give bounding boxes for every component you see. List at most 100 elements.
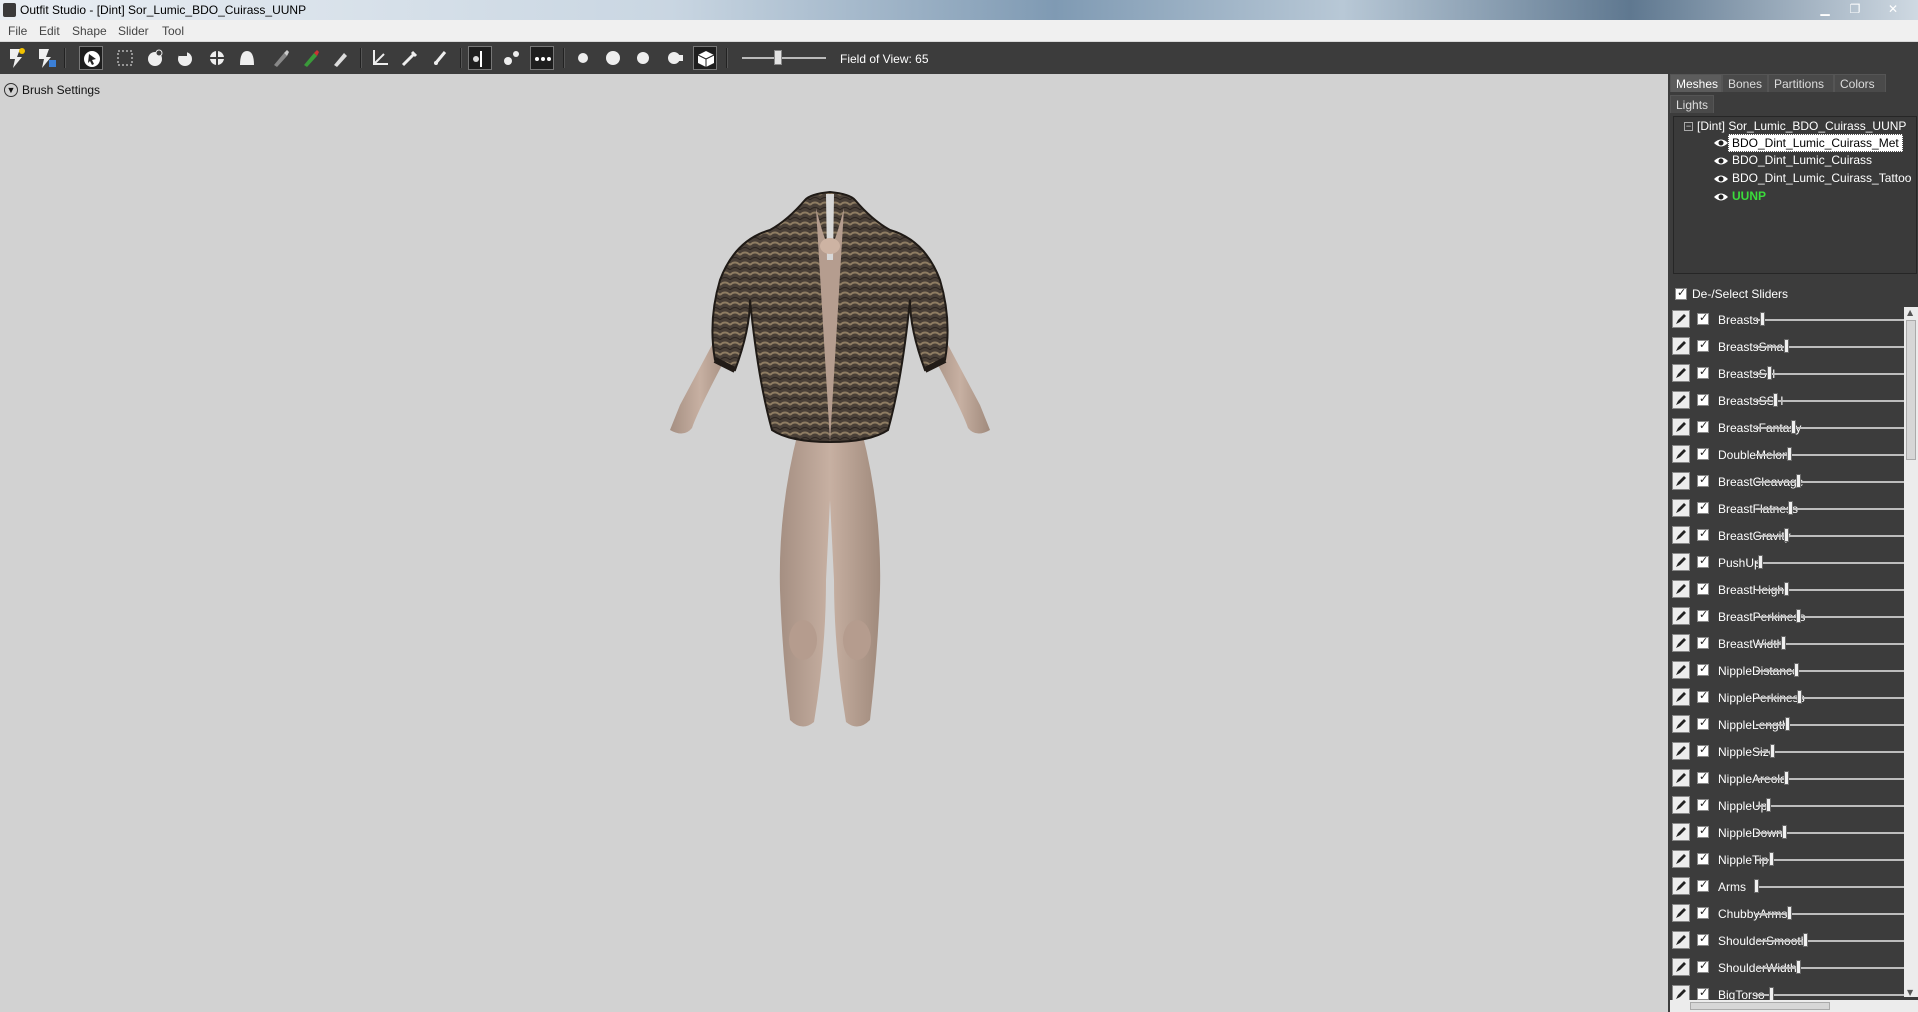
- slider-row[interactable]: BreastsFantasy: [1670, 415, 1905, 442]
- tree-item-mesh[interactable]: BDO_Dint_Lumic_Cuirass: [1732, 152, 1872, 168]
- pencil-icon[interactable]: [1672, 364, 1690, 382]
- slider-track[interactable]: [1756, 913, 1905, 915]
- pivot-icon[interactable]: [398, 46, 422, 70]
- slider-thumb[interactable]: [1758, 555, 1764, 569]
- slider-checkbox[interactable]: [1697, 878, 1709, 892]
- slider-track[interactable]: [1756, 886, 1905, 888]
- pencil-icon[interactable]: [1672, 337, 1690, 355]
- textures-icon[interactable]: [631, 46, 655, 70]
- tab-colors[interactable]: Colors: [1834, 74, 1886, 92]
- slider-checkbox[interactable]: [1697, 419, 1709, 433]
- horizontal-scrollbar-thumb[interactable]: [1690, 1002, 1830, 1010]
- vertex-edit-icon[interactable]: [428, 46, 452, 70]
- slider-checkbox[interactable]: [1697, 662, 1709, 676]
- slider-checkbox[interactable]: [1697, 311, 1709, 325]
- transform-icon[interactable]: [368, 46, 392, 70]
- slider-row[interactable]: NippleAreola: [1670, 766, 1905, 793]
- slider-row[interactable]: NippleTip: [1670, 847, 1905, 874]
- slider-row[interactable]: Breasts: [1670, 307, 1905, 334]
- slider-checkbox[interactable]: [1697, 743, 1709, 757]
- slider-row[interactable]: Arms: [1670, 874, 1905, 901]
- slider-thumb[interactable]: [1783, 771, 1789, 785]
- slider-track[interactable]: [1756, 751, 1905, 753]
- pencil-icon[interactable]: [1672, 688, 1690, 706]
- slider-checkbox[interactable]: [1697, 959, 1709, 973]
- pencil-icon[interactable]: [1672, 796, 1690, 814]
- slider-thumb[interactable]: [1797, 690, 1803, 704]
- tab-meshes[interactable]: Meshes: [1670, 74, 1722, 92]
- slider-thumb[interactable]: [1765, 798, 1771, 812]
- slider-checkbox[interactable]: [1697, 986, 1709, 1000]
- slider-checkbox[interactable]: [1697, 932, 1709, 946]
- tree-root-project[interactable]: [Dint] Sor_Lumic_BDO_Cuirass_UUNP: [1697, 118, 1906, 134]
- slider-checkbox[interactable]: [1697, 365, 1709, 379]
- tab-bones[interactable]: Bones: [1722, 74, 1768, 92]
- tab-lights[interactable]: Lights: [1670, 95, 1714, 113]
- sliders-header[interactable]: De-/Select Sliders: [1670, 283, 1918, 305]
- slider-thumb[interactable]: [1783, 582, 1789, 596]
- tree-item-mesh[interactable]: BDO_Dint_Lumic_Cuirass_Met: [1728, 134, 1903, 152]
- slider-row[interactable]: BreastsSH: [1670, 361, 1905, 388]
- eye-icon[interactable]: [1713, 191, 1729, 203]
- slider-thumb[interactable]: [1795, 960, 1801, 974]
- menu-shape[interactable]: Shape: [72, 24, 107, 38]
- slider-thumb[interactable]: [1803, 933, 1809, 947]
- pencil-icon[interactable]: [1672, 850, 1690, 868]
- slider-checkbox[interactable]: [1697, 851, 1709, 865]
- slider-thumb[interactable]: [1759, 312, 1765, 326]
- slider-list-scrollbar-thumb[interactable]: [1906, 320, 1916, 460]
- slider-checkbox[interactable]: [1697, 689, 1709, 703]
- slider-thumb[interactable]: [1783, 528, 1789, 542]
- pencil-icon[interactable]: [1672, 877, 1690, 895]
- slider-track[interactable]: [1756, 454, 1905, 456]
- slider-row[interactable]: NippleSize: [1670, 739, 1905, 766]
- slider-track[interactable]: [1756, 778, 1905, 780]
- slider-row[interactable]: NippleLength: [1670, 712, 1905, 739]
- slider-row[interactable]: NippleUp: [1670, 793, 1905, 820]
- slider-thumb[interactable]: [1770, 744, 1776, 758]
- scroll-down-icon[interactable]: ▼: [1907, 988, 1913, 997]
- slider-row[interactable]: PushUp: [1670, 550, 1905, 577]
- slider-thumb[interactable]: [1794, 663, 1800, 677]
- x-mirror-icon[interactable]: [468, 46, 492, 70]
- weight-brush-icon[interactable]: [268, 46, 292, 70]
- collapse-icon[interactable]: −: [1684, 122, 1693, 131]
- pencil-icon[interactable]: [1672, 661, 1690, 679]
- slider-track[interactable]: [1756, 670, 1905, 672]
- scroll-up-icon[interactable]: ▲: [1907, 308, 1913, 317]
- slider-checkbox[interactable]: [1697, 797, 1709, 811]
- slider-thumb[interactable]: [1782, 825, 1788, 839]
- slider-thumb[interactable]: [1785, 717, 1791, 731]
- slider-checkbox[interactable]: [1697, 473, 1709, 487]
- slider-track[interactable]: [1756, 616, 1905, 618]
- pencil-icon[interactable]: [1672, 607, 1690, 625]
- pencil-icon[interactable]: [1672, 634, 1690, 652]
- slider-row[interactable]: ShoulderSmooth: [1670, 928, 1905, 955]
- field-of-view-slider-track[interactable]: [742, 57, 826, 59]
- slider-row[interactable]: ChubbyArms: [1670, 901, 1905, 928]
- slider-track[interactable]: [1756, 967, 1905, 969]
- smooth-brush-icon[interactable]: [235, 46, 259, 70]
- global-brush-icon[interactable]: [530, 46, 554, 70]
- slider-thumb[interactable]: [1795, 474, 1801, 488]
- slider-checkbox[interactable]: [1697, 446, 1709, 460]
- alpha-brush-icon[interactable]: [328, 46, 352, 70]
- eye-icon[interactable]: [1713, 155, 1729, 167]
- slider-row[interactable]: DoubleMelon: [1670, 442, 1905, 469]
- slider-track[interactable]: [1756, 940, 1905, 942]
- tab-partitions[interactable]: Partitions: [1768, 74, 1834, 92]
- slider-track[interactable]: [1756, 724, 1905, 726]
- slider-checkbox[interactable]: [1697, 635, 1709, 649]
- slider-track[interactable]: [1756, 643, 1905, 645]
- slider-checkbox[interactable]: [1697, 554, 1709, 568]
- menu-tool[interactable]: Tool: [162, 24, 184, 38]
- pencil-icon[interactable]: [1672, 310, 1690, 328]
- eye-icon[interactable]: [1713, 173, 1729, 185]
- slider-row[interactable]: BreastHeight: [1670, 577, 1905, 604]
- slider-thumb[interactable]: [1788, 501, 1794, 515]
- slider-track[interactable]: [1756, 535, 1905, 537]
- slider-thumb[interactable]: [1786, 906, 1792, 920]
- slider-thumb[interactable]: [1783, 339, 1789, 353]
- slider-track[interactable]: [1756, 589, 1905, 591]
- slider-track[interactable]: [1756, 508, 1905, 510]
